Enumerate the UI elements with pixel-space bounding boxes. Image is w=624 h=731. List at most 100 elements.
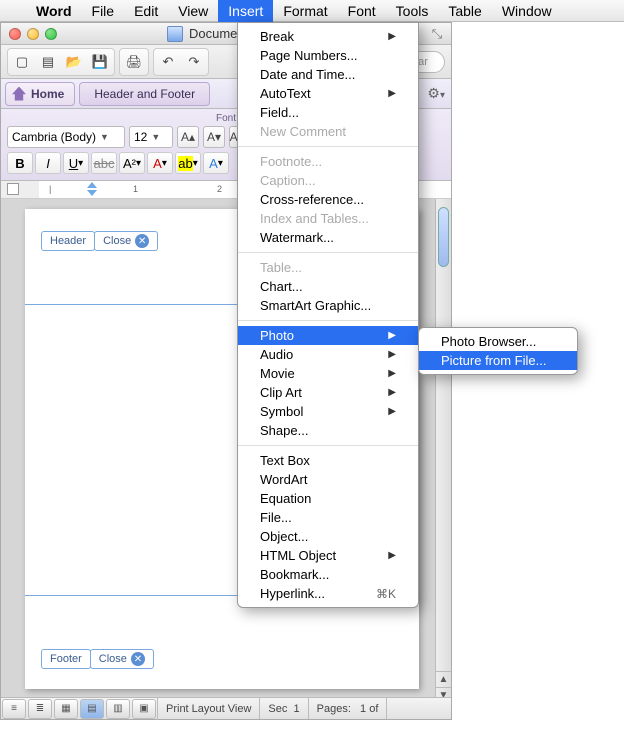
undo-button[interactable]: ↶ (156, 51, 180, 73)
menu-item-field[interactable]: Field... (238, 103, 418, 122)
notebook-view-button[interactable]: ▥ (106, 699, 130, 719)
view-name: Print Layout View (158, 698, 260, 719)
menu-item-date-and-time[interactable]: Date and Time... (238, 65, 418, 84)
menu-edit[interactable]: Edit (124, 0, 168, 22)
menu-item-photo[interactable]: Photo▶ (238, 326, 418, 345)
zoom-window-button[interactable] (45, 28, 57, 40)
font-name-combo[interactable]: Cambria (Body)▼ (7, 126, 125, 148)
menu-format[interactable]: Format (273, 0, 337, 22)
italic-button[interactable]: I (35, 152, 61, 174)
menu-item-wordart[interactable]: WordArt (238, 470, 418, 489)
tab-header-footer[interactable]: Header and Footer (79, 82, 210, 106)
menu-item-clip-art[interactable]: Clip Art▶ (238, 383, 418, 402)
menu-item-smartart-graphic[interactable]: SmartArt Graphic... (238, 296, 418, 315)
menu-item-html-object[interactable]: HTML Object▶ (238, 546, 418, 565)
indent-marker[interactable] (87, 182, 97, 196)
menu-item-symbol[interactable]: Symbol▶ (238, 402, 418, 421)
close-icon: ✕ (135, 234, 149, 248)
menu-item-label: Shape... (260, 423, 308, 438)
menu-item-autotext[interactable]: AutoText▶ (238, 84, 418, 103)
menu-item-label: Cross-reference... (260, 192, 364, 207)
menu-item-label: HTML Object (260, 548, 336, 563)
menu-item-page-numbers[interactable]: Page Numbers... (238, 46, 418, 65)
tab-home[interactable]: Home (5, 82, 75, 106)
scroll-thumb[interactable] (438, 207, 449, 267)
submenu-item-photo-browser[interactable]: Photo Browser... (419, 332, 577, 351)
menu-item-label: WordArt (260, 472, 307, 487)
menu-item-hyperlink[interactable]: Hyperlink...⌘K (238, 584, 418, 603)
font-size-value: 12 (134, 130, 147, 144)
save-button[interactable]: 💾 (88, 51, 112, 73)
menu-item-label: Hyperlink... (260, 586, 325, 601)
tab-selector[interactable] (7, 183, 19, 195)
document-proxy-icon[interactable] (167, 26, 183, 42)
submenu-item-label: Photo Browser... (441, 334, 536, 349)
highlight-button[interactable]: ab▾ (175, 152, 201, 174)
submenu-item-label: Picture from File... (441, 353, 546, 368)
menu-item-cross-reference[interactable]: Cross-reference... (238, 190, 418, 209)
menu-font[interactable]: Font (338, 0, 386, 22)
open-button[interactable]: 📂 (62, 51, 86, 73)
outline-view-button[interactable]: ≣ (28, 699, 52, 719)
menu-tools[interactable]: Tools (386, 0, 439, 22)
minimize-window-button[interactable] (27, 28, 39, 40)
menu-item-label: Page Numbers... (260, 48, 358, 63)
menu-item-equation[interactable]: Equation (238, 489, 418, 508)
text-effects-button[interactable]: A▾ (203, 152, 229, 174)
menu-item-audio[interactable]: Audio▶ (238, 345, 418, 364)
menu-item-caption: Caption... (238, 171, 418, 190)
strikethrough-button[interactable]: abc (91, 152, 117, 174)
menu-item-object[interactable]: Object... (238, 527, 418, 546)
header-close-button[interactable]: Close ✕ (94, 231, 158, 251)
draft-view-button[interactable]: ≡ (2, 699, 26, 719)
menu-separator (238, 445, 418, 446)
font-color-button[interactable]: A▾ (147, 152, 173, 174)
menu-item-break[interactable]: Break▶ (238, 27, 418, 46)
menu-item-file[interactable]: File... (238, 508, 418, 527)
print-layout-view-button[interactable]: ▤ (80, 699, 104, 719)
app-menu[interactable]: Word (26, 3, 82, 19)
home-icon (12, 87, 26, 101)
menu-item-shape[interactable]: Shape... (238, 421, 418, 440)
vertical-scrollbar[interactable]: ▲ ▼ ◉ (435, 199, 451, 719)
bold-button[interactable]: B (7, 152, 33, 174)
underline-button[interactable]: U▾ (63, 152, 89, 174)
submenu-arrow-icon: ▶ (388, 31, 396, 42)
menu-file[interactable]: File (82, 0, 125, 22)
menu-item-label: Index and Tables... (260, 211, 369, 226)
menu-table[interactable]: Table (438, 0, 491, 22)
shrink-font-button[interactable]: A▾ (203, 126, 225, 148)
insert-menu-dropdown: Break▶ Page Numbers... Date and Time...Aut… (237, 22, 419, 608)
menu-item-label: Bookmark... (260, 567, 329, 582)
new-doc-button[interactable]: ▢ (10, 51, 34, 73)
scroll-up-icon[interactable]: ▲ (436, 671, 451, 687)
menu-item-movie[interactable]: Movie▶ (238, 364, 418, 383)
footer-close-button[interactable]: Close ✕ (90, 649, 154, 669)
menu-item-label: Chart... (260, 279, 303, 294)
grow-font-button[interactable]: A▴ (177, 126, 199, 148)
photo-submenu: Photo Browser... Picture from File... (418, 327, 578, 375)
menu-insert[interactable]: Insert (218, 0, 273, 22)
templates-button[interactable]: ▤ (36, 51, 60, 73)
sub-super-button[interactable]: A²▾ (119, 152, 145, 174)
menu-item-label: Audio (260, 347, 293, 362)
menu-item-label: Table... (260, 260, 302, 275)
traffic-lights (1, 28, 57, 40)
menu-item-text-box[interactable]: Text Box (238, 451, 418, 470)
menu-item-chart[interactable]: Chart... (238, 277, 418, 296)
focus-view-button[interactable]: ▣ (132, 699, 156, 719)
close-window-button[interactable] (9, 28, 21, 40)
submenu-item-picture-from-file[interactable]: Picture from File... (419, 351, 577, 370)
redo-button[interactable]: ↷ (182, 51, 206, 73)
fullscreen-icon[interactable]: ⤡ (429, 26, 445, 42)
font-size-combo[interactable]: 12▼ (129, 126, 173, 148)
menu-item-watermark[interactable]: Watermark... (238, 228, 418, 247)
menu-view[interactable]: View (168, 0, 218, 22)
menu-window[interactable]: Window (492, 0, 562, 22)
print-button[interactable]: 🖨 (122, 51, 146, 73)
submenu-arrow-icon: ▶ (388, 368, 396, 379)
publishing-view-button[interactable]: ▦ (54, 699, 78, 719)
ribbon-settings-icon[interactable]: ⚙▾ (427, 85, 445, 102)
menu-item-bookmark[interactable]: Bookmark... (238, 565, 418, 584)
footer-tag: Footer (41, 649, 91, 669)
